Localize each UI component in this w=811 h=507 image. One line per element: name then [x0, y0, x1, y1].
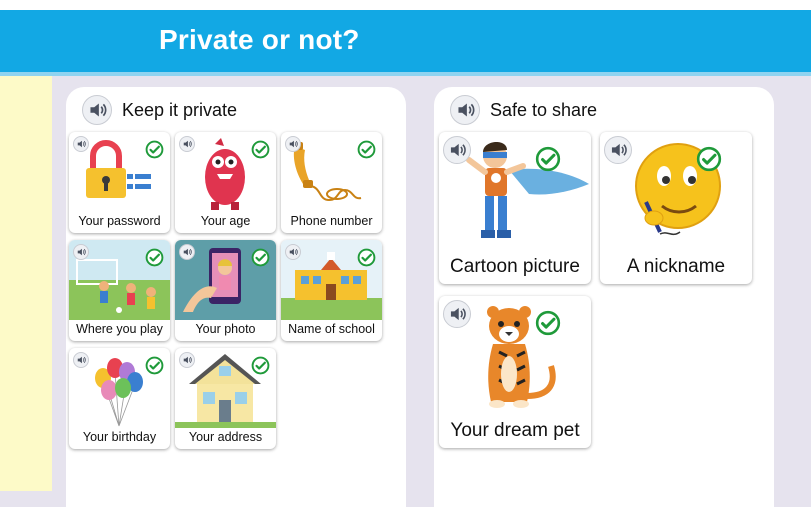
safe-to-share-title: Safe to share [490, 100, 598, 120]
check-icon [535, 310, 561, 336]
speaker-icon[interactable] [73, 136, 89, 152]
card-label: Cartoon picture [450, 256, 580, 277]
card-label: Your age [200, 214, 251, 228]
check-icon [357, 248, 376, 267]
check-icon [696, 146, 722, 172]
check-icon [251, 356, 270, 375]
speaker-icon[interactable] [179, 352, 195, 368]
card-label: Your birthday [82, 430, 157, 444]
card-your-address[interactable]: Your address [175, 348, 276, 449]
check-icon [251, 248, 270, 267]
check-icon [535, 146, 561, 172]
top-strip [0, 0, 811, 10]
check-icon [251, 140, 270, 159]
speaker-icon[interactable] [73, 244, 89, 260]
card-label: Your address [188, 430, 263, 444]
card-cartoon-picture[interactable]: Cartoon picture [439, 132, 591, 284]
card-label: Phone number [290, 214, 373, 228]
card-your-birthday[interactable]: Your birthday [69, 348, 170, 449]
speaker-icon[interactable] [179, 136, 195, 152]
check-icon [357, 140, 376, 159]
speaker-icon[interactable] [179, 244, 195, 260]
card-your-password[interactable]: Your password [69, 132, 170, 233]
card-phone-number[interactable]: Phone number [281, 132, 382, 233]
speaker-icon[interactable] [443, 300, 471, 328]
check-icon [145, 356, 164, 375]
card-your-age[interactable]: Your age [175, 132, 276, 233]
header-bar: Private or not? [0, 10, 811, 76]
card-label: Your password [78, 214, 161, 228]
card-name-of-school[interactable]: Name of school [281, 240, 382, 341]
speaker-icon[interactable] [82, 95, 112, 125]
speaker-icon[interactable] [285, 244, 301, 260]
card-label: Your photo [195, 322, 256, 336]
keep-private-panel: Keep it private Your password Your age P… [66, 87, 406, 507]
card-your-photo[interactable]: Your photo [175, 240, 276, 341]
card-where-you-play[interactable]: Where you play [69, 240, 170, 341]
safe-to-share-panel: Safe to share Cartoon picture A nickname… [434, 87, 774, 507]
speaker-icon[interactable] [443, 136, 471, 164]
speaker-icon[interactable] [285, 136, 301, 152]
left-sidebar [0, 76, 52, 491]
check-icon [145, 140, 164, 159]
card-a-nickname[interactable]: A nickname [600, 132, 752, 284]
speaker-icon[interactable] [450, 95, 480, 125]
card-label: Where you play [76, 322, 163, 336]
page-title: Private or not? [159, 24, 360, 55]
keep-private-title: Keep it private [122, 100, 238, 120]
card-label: A nickname [626, 256, 726, 277]
speaker-icon[interactable] [73, 352, 89, 368]
speaker-icon[interactable] [604, 136, 632, 164]
card-your-dream-pet[interactable]: Your dream pet [439, 296, 591, 448]
card-label: Your dream pet [450, 420, 580, 441]
check-icon [145, 248, 164, 267]
card-label: Name of school [288, 322, 375, 336]
